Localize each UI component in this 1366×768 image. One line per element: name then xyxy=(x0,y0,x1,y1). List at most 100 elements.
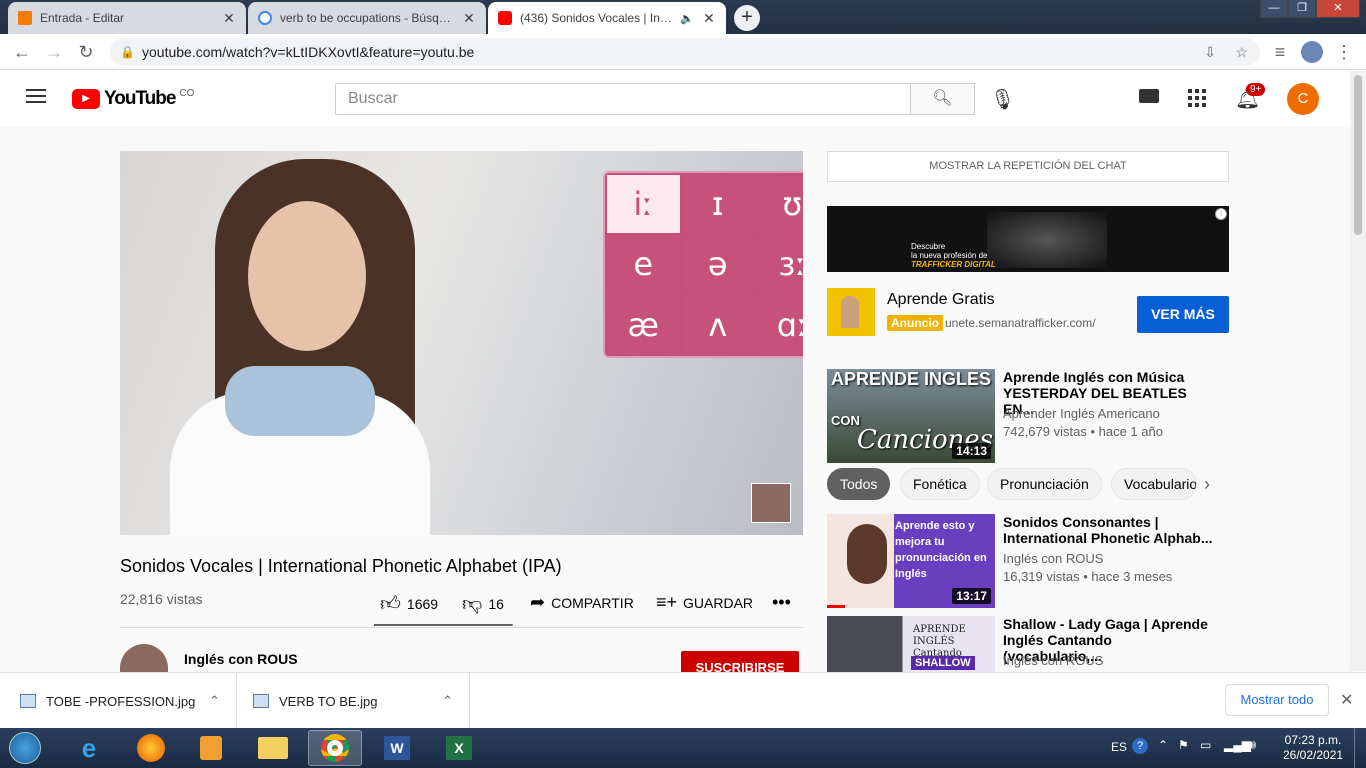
recommended-video[interactable]: APRENDE INGLÉS Cantando SHALLOW Shallow … xyxy=(827,616,1247,672)
notification-badge: 9+ xyxy=(1246,83,1266,96)
chip-pronunciacion[interactable]: Pronunciación xyxy=(987,468,1102,500)
star-icon[interactable]: ☆ xyxy=(1235,38,1248,66)
windows-logo-icon xyxy=(9,732,41,764)
video-duration: 14:13 xyxy=(952,443,991,459)
help-icon[interactable]: ? xyxy=(1132,738,1148,754)
new-tab-button[interactable]: + xyxy=(734,5,760,31)
show-all-button[interactable]: Mostrar todo xyxy=(1225,684,1329,716)
chevron-up-icon[interactable]: ⌃ xyxy=(209,693,236,709)
recommended-video[interactable]: Aprende esto y mejora tu pronunciación e… xyxy=(827,514,1247,608)
profile-avatar[interactable] xyxy=(1301,41,1323,63)
speaker-icon[interactable]: 🔈 xyxy=(680,12,694,25)
youtube-icon xyxy=(498,11,512,25)
save-label: GUARDAR xyxy=(683,594,754,611)
tray-expand-icon[interactable]: ⌃ xyxy=(1158,738,1168,752)
ipa-cell: ɑː xyxy=(756,295,803,354)
youtube-logo[interactable]: ▶ YouTube CO xyxy=(72,88,194,110)
flag-icon[interactable]: ⚑ xyxy=(1178,738,1189,752)
search-icon: 🔍︎ xyxy=(932,90,953,107)
ipa-cell: ɪ xyxy=(681,175,754,234)
chat-replay-button[interactable]: MOSTRAR LA REPETICIÓN DEL CHAT xyxy=(827,151,1229,182)
tab-google[interactable]: verb to be occupations - Búsqueda ✕ xyxy=(248,2,486,34)
close-icon[interactable]: ✕ xyxy=(702,10,716,27)
minimize-button[interactable]: — xyxy=(1260,0,1288,18)
page-scrollbar[interactable] xyxy=(1350,71,1366,671)
channel-watermark[interactable] xyxy=(751,483,791,523)
network-icon[interactable]: ▂▄▆ xyxy=(1224,738,1251,752)
share-button[interactable]: ➦ COMPARTIR xyxy=(530,592,634,613)
ad-title[interactable]: Aprende Gratis xyxy=(887,291,995,309)
ipa-cell: ɜː xyxy=(756,235,803,294)
ie-icon[interactable]: e xyxy=(62,730,116,766)
clock-date: 26/02/2021 xyxy=(1283,748,1344,762)
reload-icon[interactable]: ↻ xyxy=(76,42,96,62)
excel-icon[interactable]: X xyxy=(432,730,486,766)
close-icon[interactable]: ✕ xyxy=(462,10,476,27)
chevron-right-icon[interactable]: › xyxy=(1204,474,1210,495)
show-desktop-button[interactable] xyxy=(1354,728,1366,768)
blogger-icon xyxy=(18,11,32,25)
close-icon[interactable]: ✕ xyxy=(222,10,236,27)
download-item[interactable]: TOBE -PROFESSION.jpg ⌃ xyxy=(0,673,237,729)
dislike-button[interactable]: 👎︎ 16 xyxy=(462,592,504,616)
channel-name[interactable]: Inglés con ROUS xyxy=(184,651,298,667)
install-icon[interactable]: ⇩ xyxy=(1204,38,1216,66)
clock[interactable]: 07:23 p.m. 26/02/2021 xyxy=(1283,733,1343,763)
presenter-face xyxy=(248,201,366,351)
start-button[interactable] xyxy=(0,730,50,766)
search-input[interactable]: Buscar xyxy=(335,83,911,115)
explorer-icon[interactable] xyxy=(246,730,300,766)
view-count: 22,816 vistas xyxy=(120,591,203,607)
power-icon[interactable]: ▭ xyxy=(1200,738,1211,752)
browser-toolbar: ← → ↻ 🔒 youtube.com/watch?v=kLtIDKXovtI&… xyxy=(0,34,1366,70)
ad-domain: unete.semanatrafficker.com/ xyxy=(945,316,1096,330)
apps-icon[interactable] xyxy=(1188,89,1206,107)
menu-dots-icon[interactable]: ⋮ xyxy=(1334,42,1354,62)
video-player[interactable]: iː ɪ ʊ uː e ə ɜː ɔː æ ʌ ɑː ɒ xyxy=(120,151,803,535)
more-actions-icon[interactable]: ••• xyxy=(772,592,791,613)
word-icon[interactable]: W xyxy=(370,730,424,766)
ad-banner[interactable]: Descubre la nueva profesión de TRAFFICKE… xyxy=(827,206,1229,272)
mic-icon[interactable]: 🎙︎ xyxy=(990,87,1015,112)
window-close-button[interactable]: ✕ xyxy=(1316,0,1360,18)
video-title: Sonidos Consonantes | International Phon… xyxy=(1003,514,1213,546)
close-icon[interactable]: ✕ xyxy=(1340,690,1353,710)
maximize-button[interactable]: ❐ xyxy=(1288,0,1316,18)
search-button[interactable]: 🔍︎ xyxy=(910,83,975,115)
video-thumbnail: APRENDE INGLES CON Canciones 14:13 xyxy=(827,369,995,463)
channel-avatar[interactable] xyxy=(120,644,168,674)
account-avatar[interactable]: C xyxy=(1287,83,1319,115)
ad-cta-button[interactable]: VER MÁS xyxy=(1137,296,1229,333)
address-bar[interactable]: 🔒 youtube.com/watch?v=kLtIDKXovtI&featur… xyxy=(110,38,1260,66)
back-icon[interactable]: ← xyxy=(12,42,32,62)
tab-blogger[interactable]: Entrada - Editar ✕ xyxy=(8,2,246,34)
firefox-icon[interactable] xyxy=(124,730,178,766)
like-button[interactable]: 👍︎ 1669 xyxy=(380,592,438,616)
like-ratio-bar xyxy=(374,624,513,626)
ad-info-icon[interactable]: i xyxy=(1215,208,1227,220)
hamburger-icon[interactable] xyxy=(26,89,46,103)
create-video-icon[interactable] xyxy=(1139,89,1159,103)
chip-fonetica[interactable]: Fonética xyxy=(900,468,980,500)
chevron-up-icon[interactable]: ⌃ xyxy=(442,693,469,709)
tab-youtube[interactable]: (436) Sonidos Vocales | International 🔈 … xyxy=(488,2,726,34)
media-player-icon[interactable] xyxy=(184,730,238,766)
media-icon[interactable]: ≡ xyxy=(1270,42,1290,62)
ad-banner-text: Descubre la nueva profesión de TRAFFICKE… xyxy=(911,242,996,269)
tab-strip: Entrada - Editar ✕ verb to be occupation… xyxy=(0,0,1366,34)
chip-vocabulario[interactable]: Vocabulario xyxy=(1111,468,1197,500)
download-item[interactable]: VERB TO BE.jpg ⌃ xyxy=(237,673,470,729)
clock-time: 07:23 p.m. xyxy=(1284,733,1342,747)
advertiser-avatar[interactable] xyxy=(827,288,875,336)
thumbs-down-icon: 👎︎ xyxy=(462,593,483,615)
subscribe-button[interactable]: SUSCRIBIRSE xyxy=(681,651,799,672)
recommended-video[interactable]: APRENDE INGLES CON Canciones 14:13 Apren… xyxy=(827,369,1247,463)
divider xyxy=(120,627,803,628)
chrome-icon[interactable] xyxy=(308,730,362,766)
image-file-icon xyxy=(20,694,36,708)
forward-icon[interactable]: → xyxy=(44,42,64,62)
chip-todos[interactable]: Todos xyxy=(827,468,891,500)
volume-icon[interactable]: 🔊︎ xyxy=(1248,737,1256,753)
language-indicator[interactable]: ES xyxy=(1111,740,1127,754)
save-button[interactable]: ≡+ GUARDAR xyxy=(656,592,753,613)
